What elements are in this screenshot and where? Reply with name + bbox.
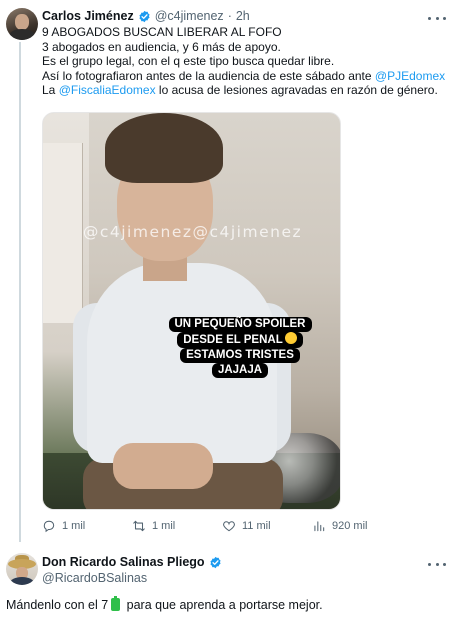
reply-icon xyxy=(43,520,55,533)
reply-author-avatar[interactable] xyxy=(6,553,38,585)
views-button[interactable]: 920 mil xyxy=(312,519,367,533)
verified-badge-icon xyxy=(210,556,221,568)
reply-handle-row: @RicardoBSalinas xyxy=(42,571,147,585)
retweet-count: 1 mil xyxy=(152,520,176,532)
smile-emoji-icon xyxy=(284,332,297,344)
tweet-actions: 1 mil 1 mil 11 mil 920 mil xyxy=(42,519,442,537)
retweet-icon xyxy=(133,520,145,532)
mention-pjedomex[interactable]: @PJEdomex xyxy=(375,69,445,83)
mention-fiscaliaedomex[interactable]: @FiscaliaEdomex xyxy=(59,83,156,97)
author-name[interactable]: Carlos Jiménez xyxy=(42,9,134,23)
like-count: 11 mil xyxy=(242,520,271,532)
author-handle[interactable]: @c4jimenez xyxy=(155,9,224,23)
reply-text: Mándenlo con el 7 para que aprenda a por… xyxy=(6,596,323,612)
reply-author-handle[interactable]: @RicardoBSalinas xyxy=(42,571,147,585)
retweet-button[interactable]: 1 mil xyxy=(132,519,175,533)
tweet-photo[interactable]: @c4jimenez@c4jimenez UN PEQUEÑO SPOILER … xyxy=(42,112,341,510)
like-icon xyxy=(223,521,235,532)
more-options-icon[interactable] xyxy=(428,11,446,25)
tweet-time[interactable]: 2h xyxy=(236,9,250,23)
caption-line: JAJAJA xyxy=(211,363,269,378)
views-count: 920 mil xyxy=(332,520,368,532)
tweet-text-line: Así lo fotografiaron antes de la audienc… xyxy=(42,69,445,84)
text-segment: La xyxy=(42,83,59,97)
tweet-text-line: Es el grupo legal, con el q este tipo bu… xyxy=(42,54,335,68)
tweet-text-line: La @FiscaliaEdomex lo acusa de lesiones … xyxy=(42,83,445,98)
thread-line xyxy=(19,42,21,542)
author-avatar[interactable] xyxy=(6,8,38,40)
text-segment: Así lo fotografiaron antes de la audienc… xyxy=(42,68,375,83)
tweet-header: Carlos Jiménez @c4jimenez · 2h xyxy=(42,9,250,23)
caption-line: UN PEQUEÑO SPOILER xyxy=(168,317,312,332)
more-options-icon[interactable] xyxy=(428,557,446,571)
text-segment: Mándenlo con el 7 xyxy=(6,598,109,612)
like-button[interactable]: 11 mil xyxy=(222,519,271,533)
text-segment: lo acusa de lesiones agravadas en razón … xyxy=(155,83,438,97)
reply-author-name[interactable]: Don Ricardo Salinas Pliego xyxy=(42,555,205,569)
verified-badge-icon xyxy=(139,10,150,22)
text-segment: para que aprenda a portarse mejor. xyxy=(123,598,323,612)
photo-caption: UN PEQUEÑO SPOILER DESDE EL PENAL ESTAMO… xyxy=(167,317,313,378)
reply-header: Don Ricardo Salinas Pliego xyxy=(42,555,222,569)
tweet-text-line: 3 abogados en audiencia, y 6 más de apoy… xyxy=(42,39,281,54)
tweet-text: 9 ABOGADOS BUSCAN LIBERAR AL FOFO 3 abog… xyxy=(42,25,445,98)
photo-watermark: @c4jimenez@c4jimenez xyxy=(82,223,303,241)
caption-line: DESDE EL PENAL xyxy=(177,332,303,348)
views-icon xyxy=(314,521,325,532)
battery-emoji-icon xyxy=(111,596,121,611)
separator-dot: · xyxy=(227,9,232,23)
caption-line: ESTAMOS TRISTES xyxy=(180,348,300,363)
reply-count: 1 mil xyxy=(62,520,86,532)
reply-button[interactable]: 1 mil xyxy=(42,519,85,533)
tweet-text-line: 9 ABOGADOS BUSCAN LIBERAR AL FOFO xyxy=(42,25,282,39)
